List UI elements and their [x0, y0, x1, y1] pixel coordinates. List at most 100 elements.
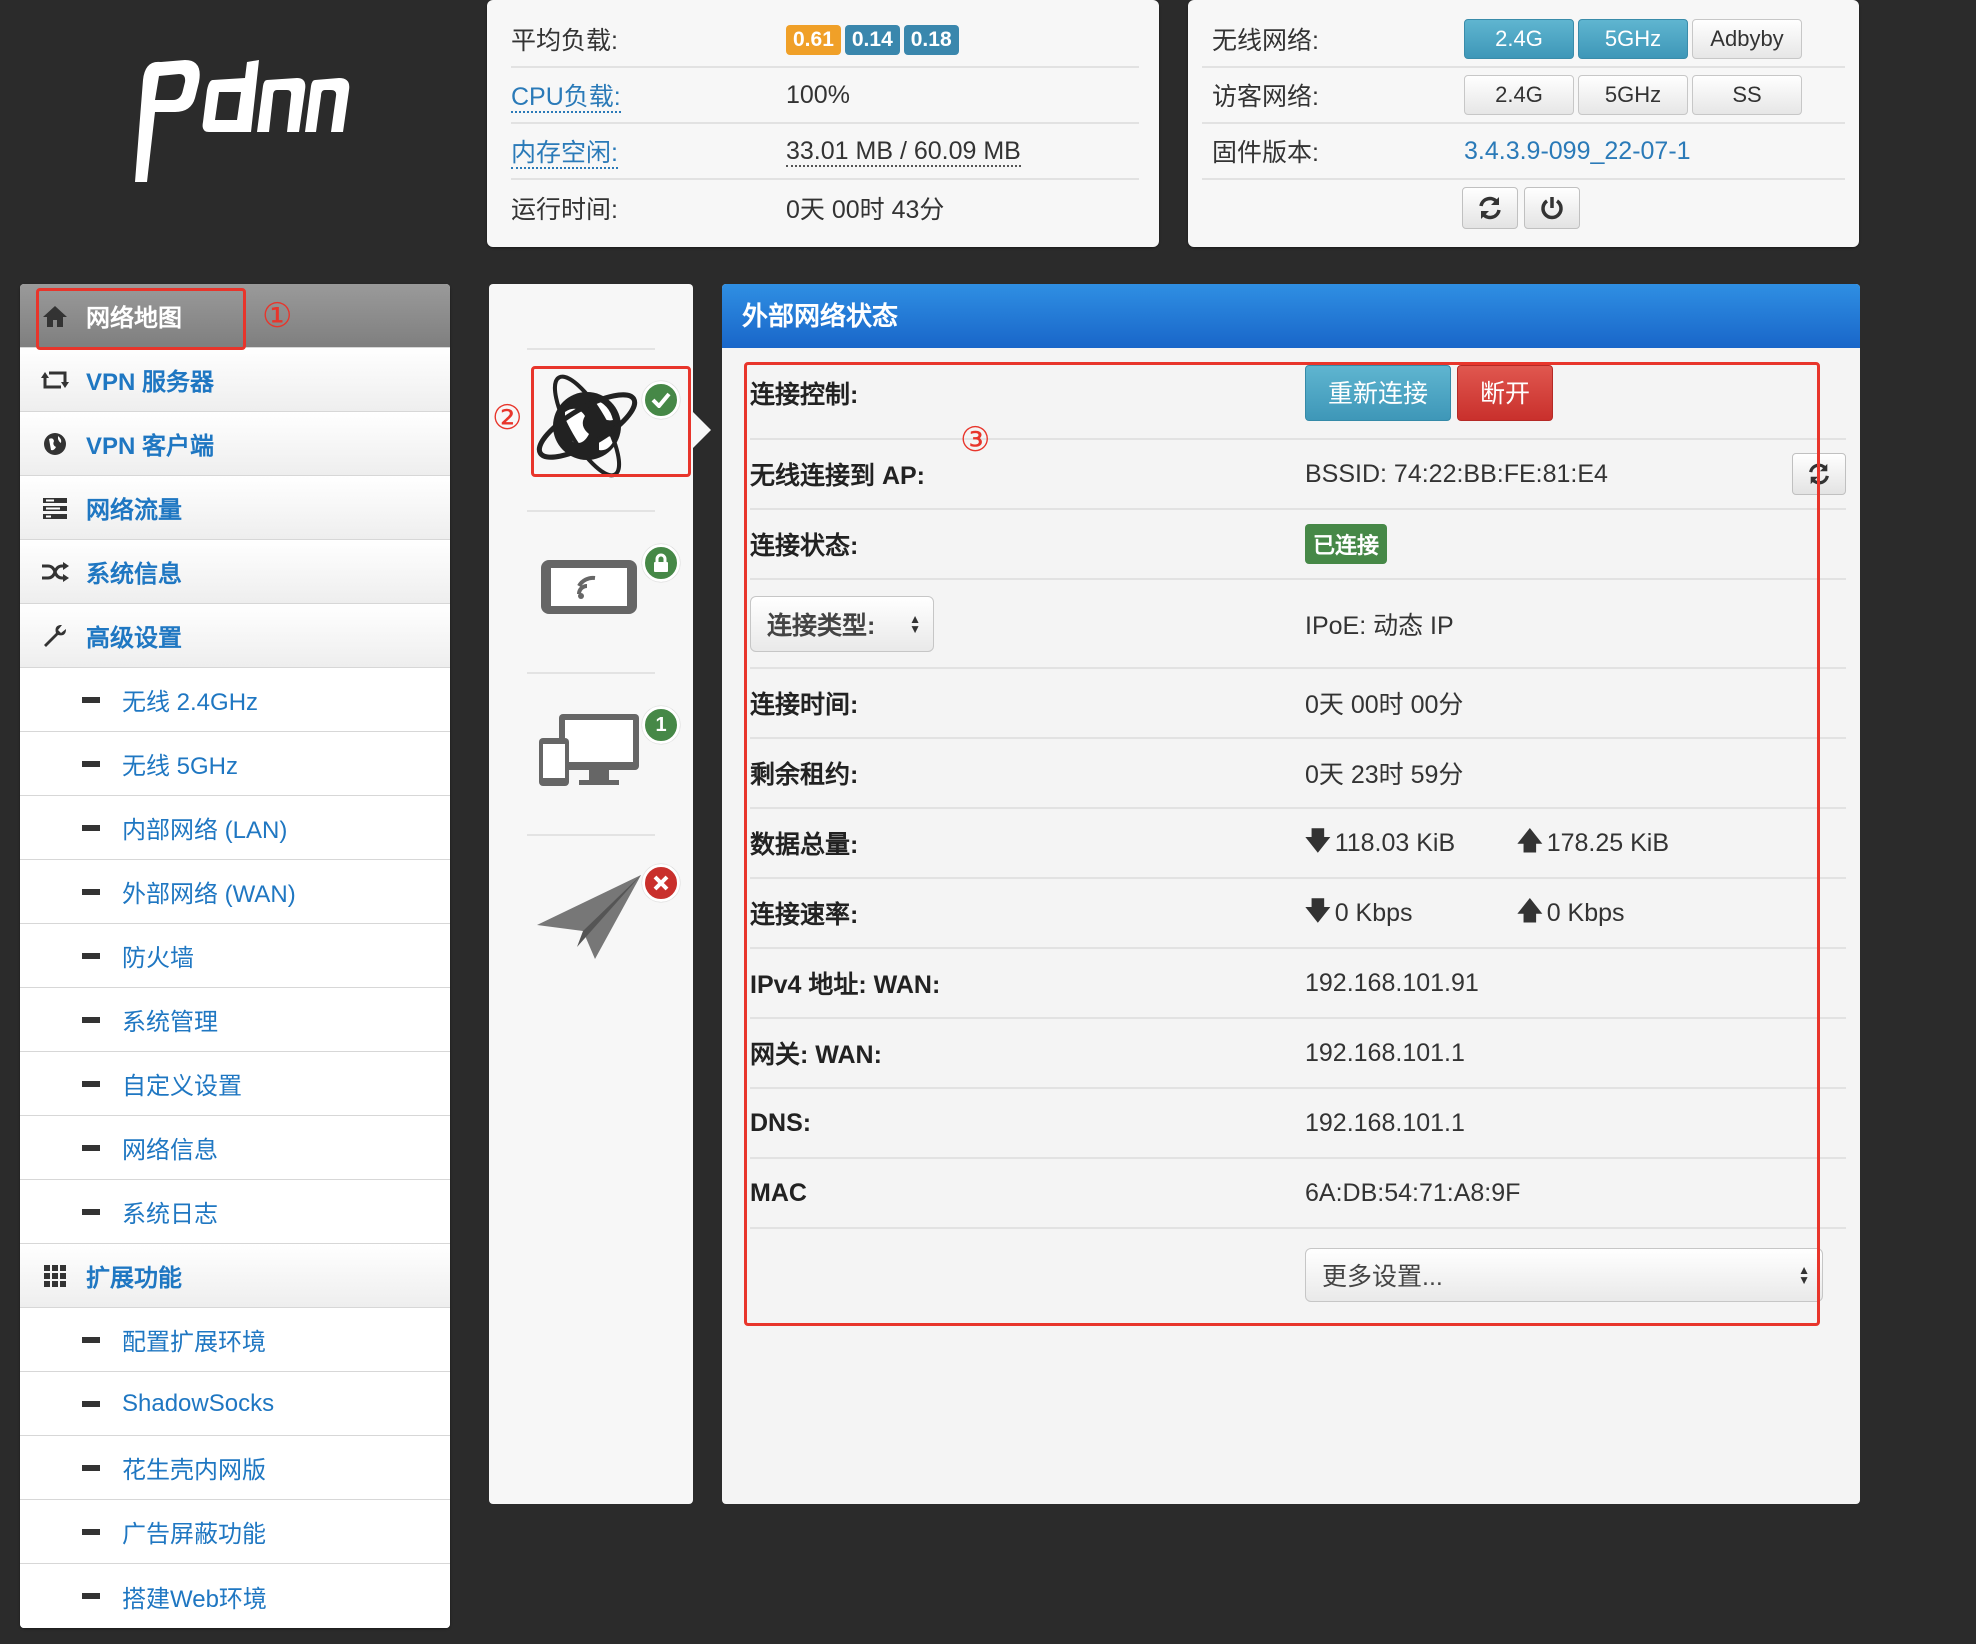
- firmware-version-link[interactable]: 3.4.3.9-099_22-07-1: [1464, 137, 1691, 166]
- dash-icon: [82, 888, 100, 895]
- sidebar-item-label: 系统日志: [122, 1201, 218, 1228]
- uptime-value: 0天 00时 43分: [786, 196, 945, 224]
- selected-pointer: [693, 412, 711, 448]
- cpu-load-link[interactable]: CPU负载:: [511, 83, 621, 113]
- sidebar-item-custom[interactable]: 自定义设置: [20, 1052, 450, 1116]
- sidebar-item-netinfo[interactable]: 网络信息: [20, 1116, 450, 1180]
- load-5min-badge: 0.14: [844, 24, 900, 55]
- guest-row: 访客网络: 2.4G 5GHz SS: [1202, 68, 1845, 124]
- guest-24g-toggle[interactable]: 2.4G: [1464, 75, 1574, 115]
- wifi-row: 无线网络: 2.4G 5GHz Adbyby: [1202, 12, 1845, 68]
- refresh-icon: [1478, 196, 1501, 220]
- sidebar-item-label: 配置扩展环境: [122, 1329, 266, 1356]
- sidebar-item-ext-env[interactable]: 配置扩展环境: [20, 1308, 450, 1372]
- sidebar-item-syslog[interactable]: 系统日志: [20, 1180, 450, 1244]
- sidebar-item-label: 无线 2.4GHz: [122, 689, 259, 716]
- sidebar-item-firewall[interactable]: 防火墙: [20, 924, 450, 988]
- dash-icon: [82, 1464, 100, 1471]
- clients-devices-icon[interactable]: [529, 684, 649, 804]
- sidebar-item-system-info[interactable]: 系统信息: [20, 540, 450, 604]
- power-icon: [1540, 197, 1563, 220]
- tasks-icon: [40, 493, 70, 523]
- sidebar-item-wan[interactable]: 外部网络 (WAN): [20, 860, 450, 924]
- firmware-label: 固件版本:: [1212, 139, 1319, 167]
- sidebar-item-extensions[interactable]: 扩展功能: [20, 1244, 450, 1308]
- dash-icon: [82, 1208, 100, 1215]
- guest-5g-toggle[interactable]: 5GHz: [1578, 75, 1688, 115]
- sidebar-item-shadowsocks[interactable]: ShadowSocks: [20, 1372, 450, 1436]
- dash-icon: [82, 760, 100, 767]
- clients-count-badge: 1: [642, 706, 680, 744]
- dash-icon: [82, 1336, 100, 1343]
- dash-icon: [82, 1080, 100, 1087]
- sidebar-item-admin[interactable]: 系统管理: [20, 988, 450, 1052]
- sidebar-item-label: 无线 5GHz: [122, 753, 239, 780]
- sidebar-item-lan[interactable]: 内部网络 (LAN): [20, 796, 450, 860]
- sidebar-item-label: 系统信息: [86, 561, 182, 588]
- error-x-icon: [642, 864, 680, 902]
- uptime-row: 运行时间: 0天 00时 43分: [511, 180, 1139, 236]
- memory-row: 内存空闲: 33.01 MB / 60.09 MB: [511, 124, 1139, 180]
- random-icon: [40, 557, 70, 587]
- sidebar-item-wireless-5[interactable]: 无线 5GHz: [20, 732, 450, 796]
- sidebar-item-vpn-server[interactable]: VPN 服务器: [20, 348, 450, 412]
- paper-plane-icon[interactable]: [529, 849, 649, 969]
- sidebar-item-label: 高级设置: [86, 625, 182, 652]
- wireless-panel: 无线网络: 2.4G 5GHz Adbyby 访客网络: 2.4G 5GHz S…: [1188, 0, 1859, 247]
- wifi-5g-toggle[interactable]: 5GHz: [1578, 19, 1688, 59]
- grid-icon: [40, 1261, 70, 1291]
- sidebar-item-label: 广告屏蔽功能: [122, 1521, 266, 1548]
- annotation-box-1: [36, 288, 246, 350]
- sidebar-item-phddns[interactable]: 花生壳内网版: [20, 1436, 450, 1500]
- wireless-tablet-icon[interactable]: [529, 524, 649, 644]
- dash-icon: [82, 952, 100, 959]
- load-1min-badge: 0.61: [786, 24, 841, 55]
- cpu-load-value: 100%: [786, 80, 850, 109]
- sidebar-item-label: 网络信息: [122, 1137, 218, 1164]
- sidebar-item-wireless-24[interactable]: 无线 2.4GHz: [20, 668, 450, 732]
- sidebar-item-web-env[interactable]: 搭建Web环境: [20, 1564, 450, 1628]
- annotation-box-2: [531, 366, 691, 477]
- firmware-row: 固件版本: 3.4.3.9-099_22-07-1: [1202, 124, 1845, 180]
- sidebar-item-adblock[interactable]: 广告屏蔽功能: [20, 1500, 450, 1564]
- shutdown-button[interactable]: [1523, 187, 1580, 229]
- sidebar-item-label: 系统管理: [122, 1009, 218, 1036]
- load-label: 平均负载:: [511, 27, 618, 55]
- padavan-logo: [135, 60, 350, 182]
- wifi-24g-toggle[interactable]: 2.4G: [1464, 19, 1574, 59]
- system-status-panel: 平均负载: 0.61 0.14 0.18 CPU负载: 100% 内存空闲: 33.…: [487, 0, 1159, 247]
- annotation-number-1: ①: [262, 296, 293, 336]
- sidebar-item-label: 自定义设置: [122, 1073, 242, 1100]
- load-15min-badge: 0.18: [903, 24, 959, 55]
- memory-free-link[interactable]: 内存空闲:: [511, 139, 618, 169]
- wireless-locked-icon: [642, 544, 680, 582]
- adbyby-toggle[interactable]: Adbyby: [1692, 19, 1802, 59]
- cpu-row: CPU负载: 100%: [511, 68, 1139, 124]
- sidebar-item-traffic[interactable]: 网络流量: [20, 476, 450, 540]
- globe-icon: [40, 429, 70, 459]
- sidebar-item-label: 外部网络 (WAN): [122, 881, 296, 908]
- dash-icon: [82, 1400, 100, 1407]
- sidebar-item-label: 网络流量: [86, 497, 182, 524]
- ss-toggle[interactable]: SS: [1692, 75, 1802, 115]
- annotation-box-3: [744, 362, 1820, 1326]
- dash-icon: [82, 1016, 100, 1023]
- guest-label: 访客网络:: [1212, 83, 1319, 111]
- sidebar-item-label: 防火墙: [122, 945, 194, 972]
- sidebar-item-advanced[interactable]: 高级设置: [20, 604, 450, 668]
- panel-title: 外部网络状态: [722, 284, 1860, 348]
- dash-icon: [82, 1144, 100, 1151]
- annotation-number-2: ②: [492, 398, 523, 438]
- dash-icon: [82, 1528, 100, 1535]
- dash-icon: [82, 1593, 100, 1599]
- annotation-number-3: ③: [960, 420, 991, 460]
- uptime-label: 运行时间:: [511, 196, 618, 224]
- wifi-label: 无线网络:: [1212, 27, 1319, 55]
- sidebar-item-label: 搭建Web环境: [122, 1585, 267, 1613]
- dash-icon: [82, 824, 100, 831]
- sidebar-item-label: 花生壳内网版: [122, 1457, 266, 1484]
- reboot-button[interactable]: [1461, 187, 1518, 229]
- sidebar-item-vpn-client[interactable]: VPN 客户端: [20, 412, 450, 476]
- retweet-icon: [40, 365, 70, 395]
- wrench-icon: [40, 621, 70, 651]
